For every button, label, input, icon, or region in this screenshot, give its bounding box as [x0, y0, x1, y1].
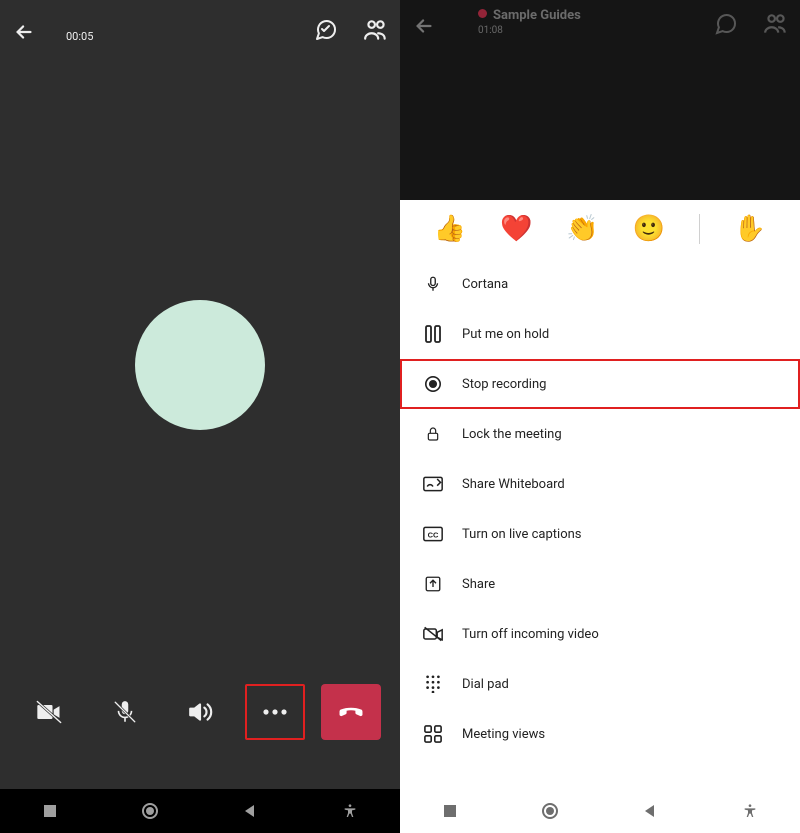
menu-label: Put me on hold	[462, 327, 549, 342]
ellipsis-icon	[259, 702, 291, 722]
mic-icon	[422, 273, 444, 295]
android-nav-bar	[0, 789, 400, 833]
reactions-bar: 👍 ❤️ 👏 🙂 ✋	[400, 200, 800, 259]
menu-hold[interactable]: Put me on hold	[400, 309, 800, 359]
menu-label: Turn on live captions	[462, 527, 582, 542]
people-icon	[763, 11, 789, 37]
mic-toggle-button[interactable]	[95, 684, 155, 740]
menu-share[interactable]: Share	[400, 559, 800, 609]
menu-label: Dial pad	[462, 677, 509, 692]
chat-icon	[314, 18, 338, 42]
nav-home-icon[interactable]	[130, 802, 170, 820]
call-top-bar: 00:05	[0, 6, 400, 54]
nav-accessibility-icon[interactable]	[730, 803, 770, 819]
menu-whiteboard[interactable]: Share Whiteboard	[400, 459, 800, 509]
hangup-button[interactable]	[321, 684, 381, 740]
left-phone: 00:05	[0, 0, 400, 833]
menu-label: Cortana	[462, 277, 508, 292]
call-screen: 00:05	[0, 0, 400, 789]
whiteboard-icon	[422, 473, 444, 495]
chat-icon	[714, 12, 738, 36]
menu-dial-pad[interactable]: Dial pad	[400, 659, 800, 709]
recording-indicator-icon	[478, 9, 487, 18]
pause-icon	[422, 323, 444, 345]
speaker-button[interactable]	[170, 684, 230, 740]
cc-icon: CC	[422, 523, 444, 545]
menu-meeting-views[interactable]: Meeting views	[400, 709, 800, 759]
nav-back-icon[interactable]	[230, 804, 270, 818]
people-icon	[363, 17, 389, 43]
mic-off-icon	[112, 699, 138, 725]
more-options-button[interactable]	[245, 684, 305, 740]
call-timer: 01:08	[478, 25, 581, 36]
right-call-header: Sample Guides 01:08	[400, 0, 800, 200]
reaction-raise-hand[interactable]: ✋	[734, 214, 766, 244]
nav-recents-icon[interactable]	[30, 804, 70, 818]
reaction-divider	[699, 214, 700, 244]
speaker-icon	[187, 699, 213, 725]
menu-label: Share Whiteboard	[462, 477, 565, 492]
menu-stop-recording[interactable]: Stop recording	[400, 359, 800, 409]
lock-icon	[422, 423, 444, 445]
participants-button[interactable]	[760, 8, 792, 40]
back-button[interactable]	[8, 16, 40, 48]
svg-text:CC: CC	[428, 530, 439, 539]
participants-button[interactable]	[360, 14, 392, 46]
menu-label: Stop recording	[462, 377, 546, 392]
views-icon	[422, 723, 444, 745]
menu-label: Turn off incoming video	[462, 627, 599, 642]
back-button[interactable]	[408, 10, 440, 42]
call-timer: 00:05	[66, 30, 93, 43]
hangup-icon	[334, 695, 368, 729]
call-title-block: Sample Guides 01:08	[478, 8, 581, 36]
nav-back-icon[interactable]	[630, 804, 670, 818]
menu-label: Share	[462, 577, 495, 592]
record-icon	[422, 373, 444, 395]
share-icon	[422, 573, 444, 595]
menu-label: Meeting views	[462, 727, 545, 742]
camera-toggle-button[interactable]	[19, 684, 79, 740]
menu-lock-meeting[interactable]: Lock the meeting	[400, 409, 800, 459]
dialpad-icon	[422, 673, 444, 695]
participant-avatar	[135, 300, 265, 430]
chat-button[interactable]	[310, 14, 342, 46]
more-menu-list: Cortana Put me on hold Stop recording Lo…	[400, 259, 800, 759]
nav-accessibility-icon[interactable]	[330, 803, 370, 819]
nav-home-icon[interactable]	[530, 802, 570, 820]
top-right-icons	[710, 8, 792, 40]
menu-label: Lock the meeting	[462, 427, 562, 442]
reaction-thumbs-up[interactable]: 👍	[434, 214, 466, 244]
chat-button[interactable]	[710, 8, 742, 40]
nav-recents-icon[interactable]	[430, 804, 470, 818]
call-controls	[0, 679, 400, 745]
video-off-icon	[422, 623, 444, 645]
call-title: Sample Guides	[478, 8, 581, 23]
back-arrow-icon	[413, 15, 435, 37]
camera-off-icon	[35, 698, 63, 726]
android-nav-bar	[400, 789, 800, 833]
back-arrow-icon	[13, 21, 35, 43]
reaction-heart[interactable]: ❤️	[500, 214, 532, 244]
right-phone: Sample Guides 01:08 👍 ❤️ 👏 🙂 ✋	[400, 0, 800, 833]
more-options-panel: 👍 ❤️ 👏 🙂 ✋ Cortana Put me on hold	[400, 200, 800, 789]
top-right-icons	[310, 14, 392, 46]
reaction-smile[interactable]: 🙂	[633, 214, 665, 244]
menu-live-captions[interactable]: CC Turn on live captions	[400, 509, 800, 559]
reaction-clap[interactable]: 👏	[566, 214, 598, 244]
menu-incoming-video-off[interactable]: Turn off incoming video	[400, 609, 800, 659]
menu-cortana[interactable]: Cortana	[400, 259, 800, 309]
